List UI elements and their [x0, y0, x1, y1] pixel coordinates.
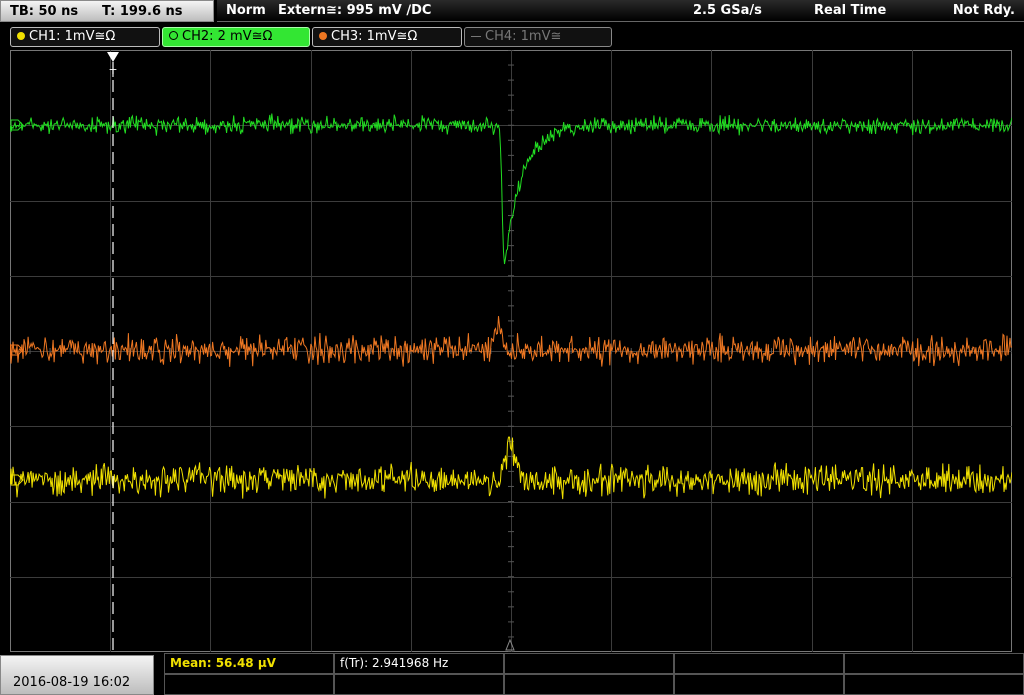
status-bar: TB: 50 ns T: 199.6 ns Norm Extern≅: 995 … — [0, 0, 1024, 24]
measurement-slot-7[interactable] — [334, 674, 504, 695]
tab-ch4[interactable]: CH4: 1mV≅ — [464, 27, 612, 47]
tab-ch2[interactable]: CH2: 2 mV≅Ω — [162, 27, 310, 47]
trigger-slope-label: ∕DC — [406, 3, 432, 18]
measurement-slot-3[interactable] — [504, 653, 674, 674]
timebase-label: TB: 50 ns — [10, 4, 79, 19]
timebase-box[interactable]: TB: 50 ns T: 199.6 ns — [0, 0, 214, 22]
waveform-canvas: T — [9, 49, 1013, 653]
ch4-label: CH4: 1mV≅ — [485, 29, 562, 44]
measurement-slot-6[interactable] — [164, 674, 334, 695]
measurement-mean[interactable]: Mean: 56.48 µV — [164, 653, 334, 674]
acq-mode-label: Real Time — [814, 3, 887, 18]
measurement-slot-10[interactable] — [844, 674, 1024, 695]
measurement-freq[interactable]: f(Tr): 2.941968 Hz — [334, 653, 504, 674]
tab-ch1[interactable]: CH1: 1mV≅Ω — [10, 27, 160, 47]
trigger-source-label: Extern≅: 995 mV — [278, 3, 402, 18]
datetime-label: 2016-08-19 16:02 — [13, 675, 131, 690]
tab-ch3[interactable]: CH3: 1mV≅Ω — [312, 27, 462, 47]
acq-state-label: Not Rdy. — [952, 3, 1015, 18]
trigger-marker-label: T — [109, 67, 117, 80]
trigger-mode-label: Norm — [226, 3, 266, 18]
ch2-label: CH2: 2 mV≅Ω — [182, 29, 273, 44]
freq-value: f(Tr): 2.941968 Hz — [340, 656, 449, 670]
measurement-slot-8[interactable] — [504, 674, 674, 695]
measurement-slot-9[interactable] — [674, 674, 844, 695]
ch3-indicator-icon — [319, 31, 327, 40]
ch2-indicator-icon — [169, 31, 178, 40]
measurement-slot-5[interactable] — [844, 653, 1024, 674]
trigger-time-label: T: 199.6 ns — [102, 4, 183, 19]
measurement-slot-4[interactable] — [674, 653, 844, 674]
mean-value: Mean: 56.48 µV — [170, 656, 276, 670]
waveform-display[interactable]: T — [9, 49, 1013, 653]
ch3-label: CH3: 1mV≅Ω — [331, 29, 418, 44]
acquisition-info[interactable]: Norm Extern≅: 995 mV ∕DC 2.5 GSa/s Real … — [217, 0, 1024, 22]
ch1-indicator-icon — [17, 31, 25, 40]
sample-rate-label: 2.5 GSa/s — [693, 3, 762, 18]
trigger-source-group: Extern≅: 995 mV ∕DC — [278, 0, 431, 22]
ch4-indicator-icon — [471, 36, 481, 37]
datetime-box[interactable]: 2016-08-19 16:02 — [0, 655, 154, 695]
ch1-label: CH1: 1mV≅Ω — [29, 29, 116, 44]
